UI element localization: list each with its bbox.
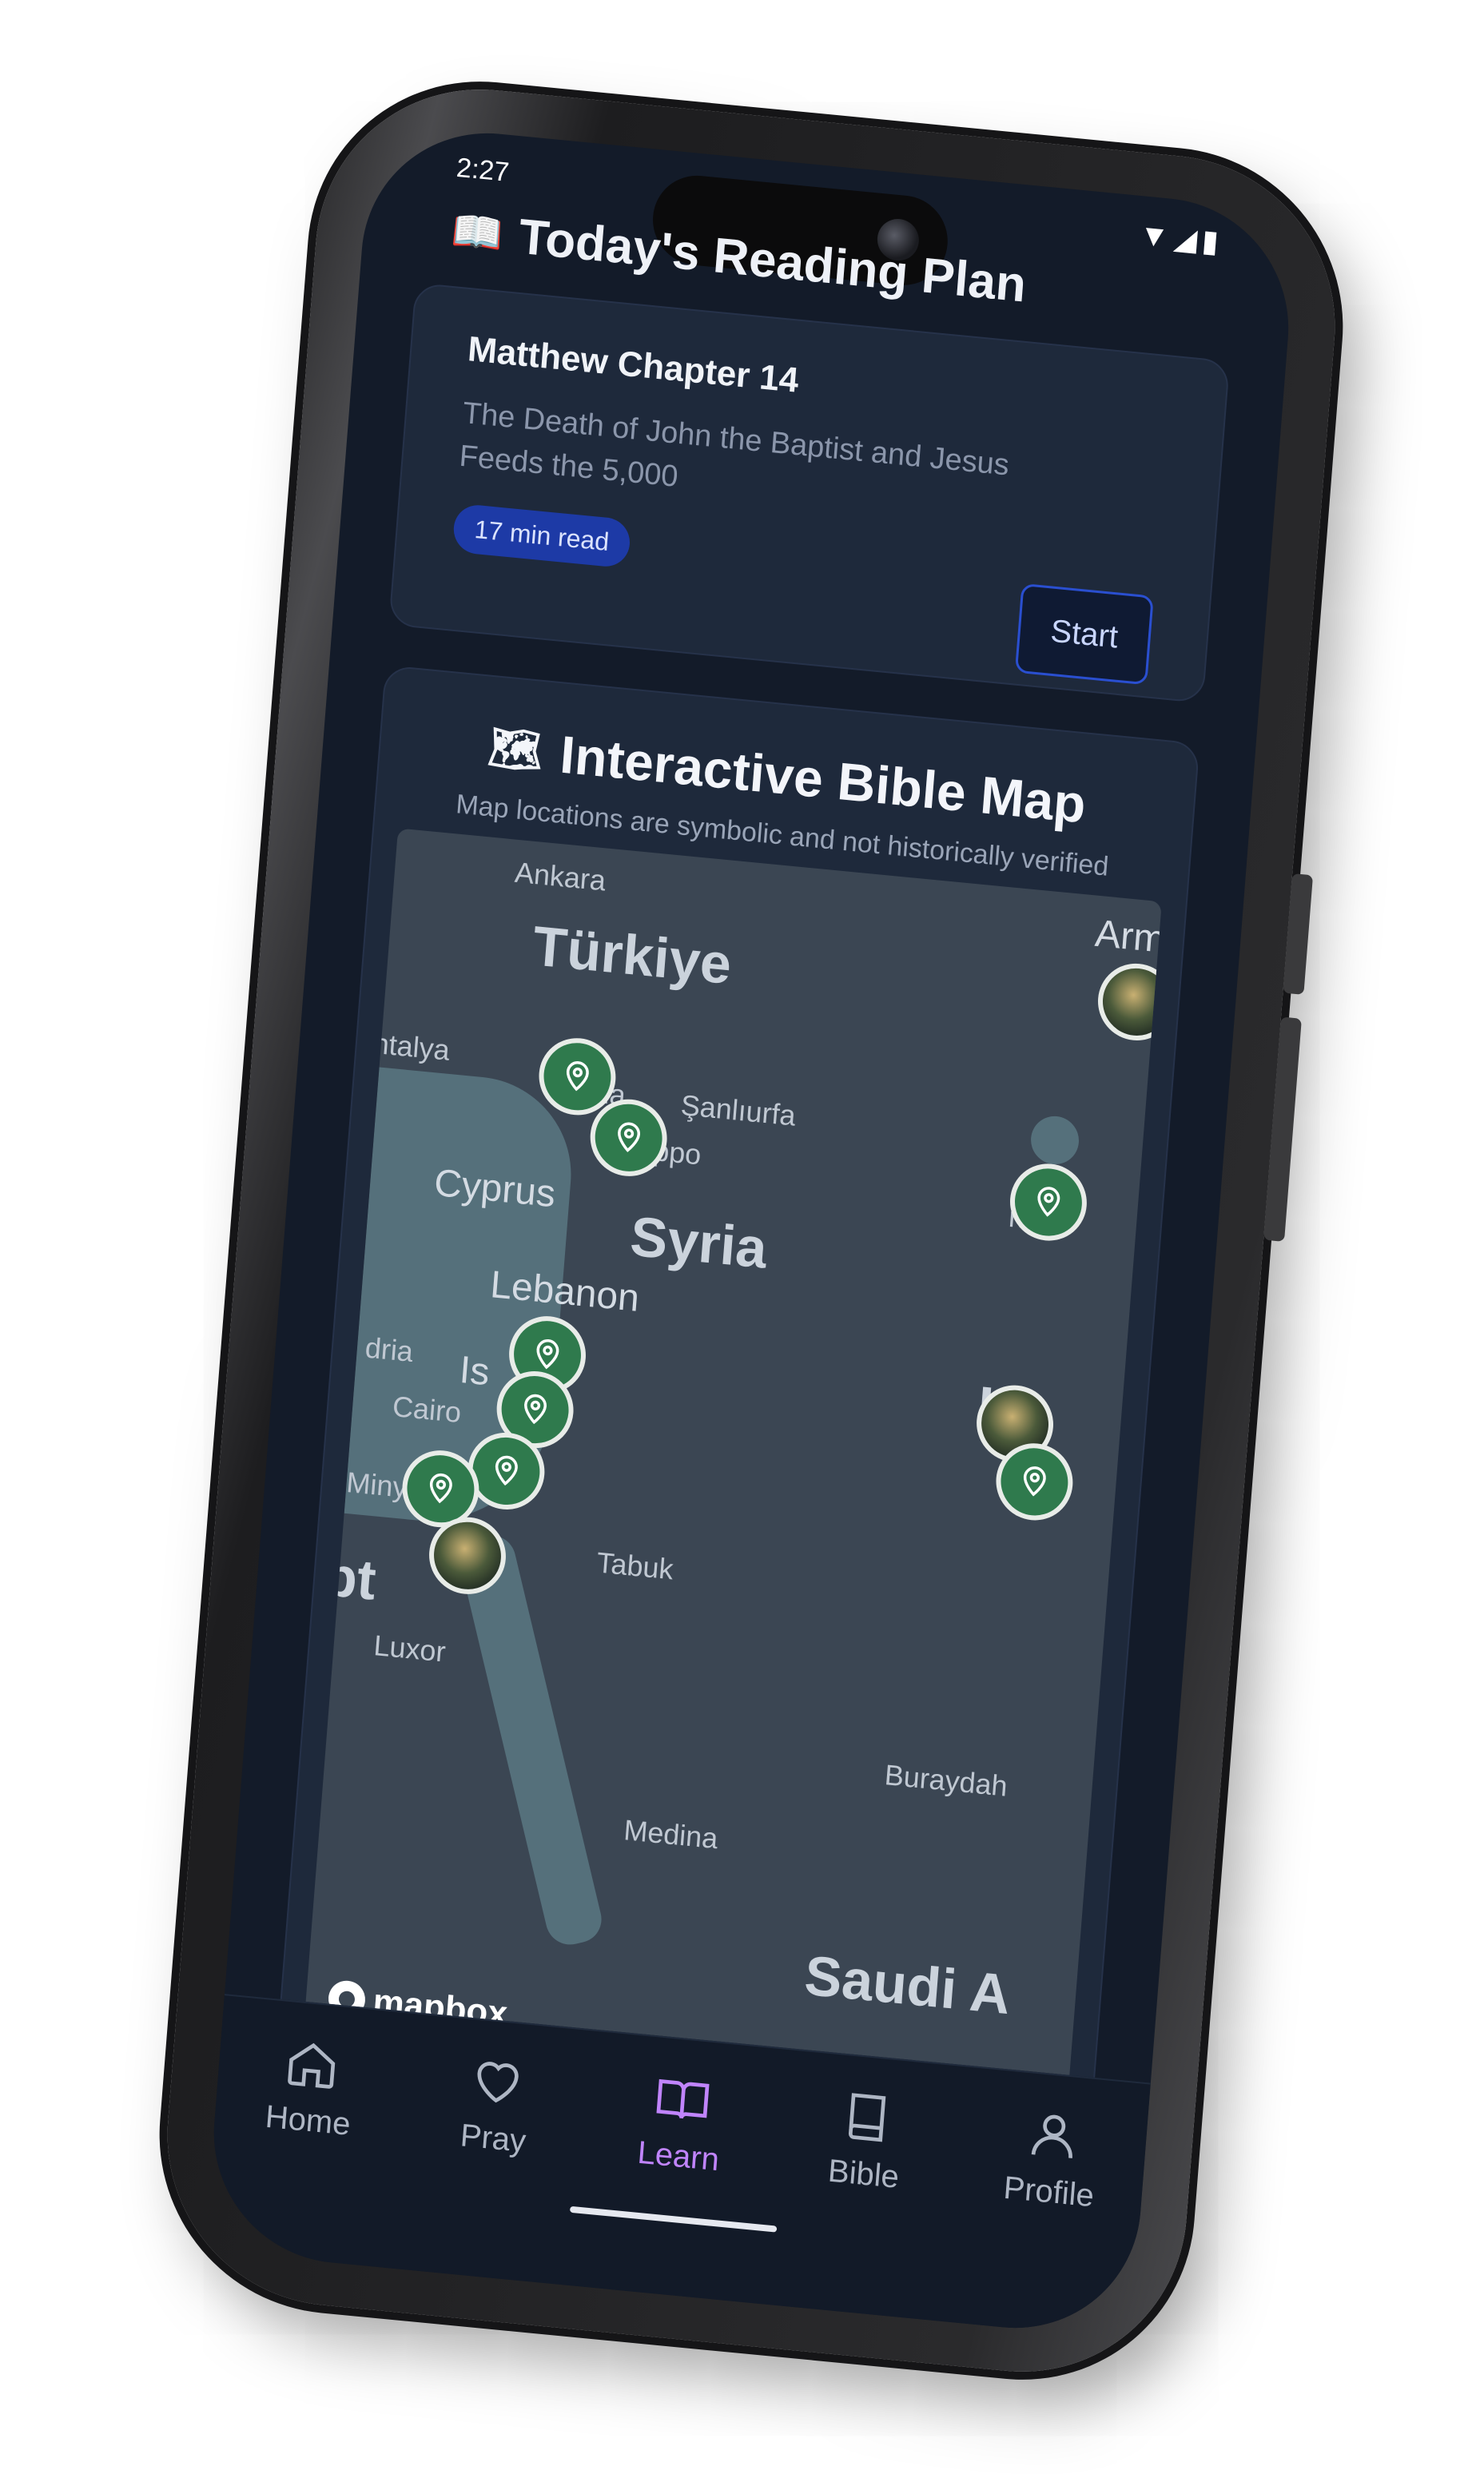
- book-open-icon: 📖: [449, 207, 505, 259]
- user-icon: [1031, 2114, 1072, 2158]
- home-icon: [288, 2042, 336, 2089]
- label-egypt: pt: [320, 1544, 379, 1612]
- photo-location-marker[interactable]: [1095, 960, 1162, 1044]
- nav-home-label: Home: [264, 2098, 352, 2142]
- label-turkiye: Türkiye: [531, 914, 734, 996]
- nav-profile-label: Profile: [1002, 2170, 1096, 2214]
- label-ankara: Ankara: [513, 855, 607, 897]
- label-tabuk: Tabuk: [595, 1545, 675, 1586]
- label-luxor: Luxor: [372, 1629, 448, 1669]
- heart-icon: [477, 2062, 519, 2103]
- nav-learn[interactable]: Learn: [605, 2065, 756, 2182]
- interactive-map[interactable]: Ankara Türkiye ntalya Şanlıurfa na eppo …: [300, 828, 1162, 2145]
- status-icons: ▼◢▮: [1137, 218, 1225, 261]
- nav-bible-label: Bible: [826, 2153, 901, 2195]
- nav-learn-label: Learn: [636, 2134, 721, 2178]
- label-antalya: ntalya: [372, 1026, 452, 1067]
- label-sanliurfa: Şanlıurfa: [679, 1088, 798, 1132]
- nav-pray[interactable]: Pray: [420, 2047, 571, 2164]
- nav-pray-label: Pray: [459, 2118, 527, 2159]
- label-syria: Syria: [627, 1204, 770, 1280]
- main-content: 📖 Today's Reading Plan Matthew Chapter 1…: [265, 199, 1237, 2261]
- book-open-icon: [656, 2078, 710, 2119]
- read-time-badge: 17 min read: [452, 503, 632, 569]
- label-saudi-arabia: Saudi A: [802, 1943, 1013, 2027]
- screen: 2:27 ▼◢▮ 📖 Today's Reading Plan Matthew …: [204, 121, 1299, 2340]
- label-armenia: Arme: [1093, 912, 1162, 964]
- start-button[interactable]: Start: [1014, 583, 1154, 686]
- bible-icon: [848, 2093, 886, 2142]
- power-button: [1263, 1016, 1302, 1242]
- label-alexandria: dria: [364, 1330, 415, 1369]
- lake: [1028, 1114, 1081, 1167]
- map-icon: 🗺: [486, 722, 545, 776]
- nav-home[interactable]: Home: [235, 2029, 386, 2146]
- reading-card[interactable]: Matthew Chapter 14 The Death of John the…: [388, 282, 1231, 704]
- nav-bible[interactable]: Bible: [790, 2082, 941, 2199]
- status-time: 2:27: [455, 152, 511, 189]
- label-israel: Is: [458, 1348, 491, 1394]
- label-medina: Medina: [623, 1813, 719, 1856]
- label-cairo: Cairo: [391, 1390, 463, 1430]
- stage: 2:27 ▼◢▮ 📖 Today's Reading Plan Matthew …: [0, 0, 1484, 2474]
- red-sea: [455, 1530, 607, 1950]
- nav-profile[interactable]: Profile: [976, 2101, 1127, 2217]
- volume-button: [1283, 873, 1314, 995]
- phone-frame: 2:27 ▼◢▮ 📖 Today's Reading Plan Matthew …: [154, 74, 1348, 2388]
- label-buraydah: Buraydah: [883, 1758, 1009, 1803]
